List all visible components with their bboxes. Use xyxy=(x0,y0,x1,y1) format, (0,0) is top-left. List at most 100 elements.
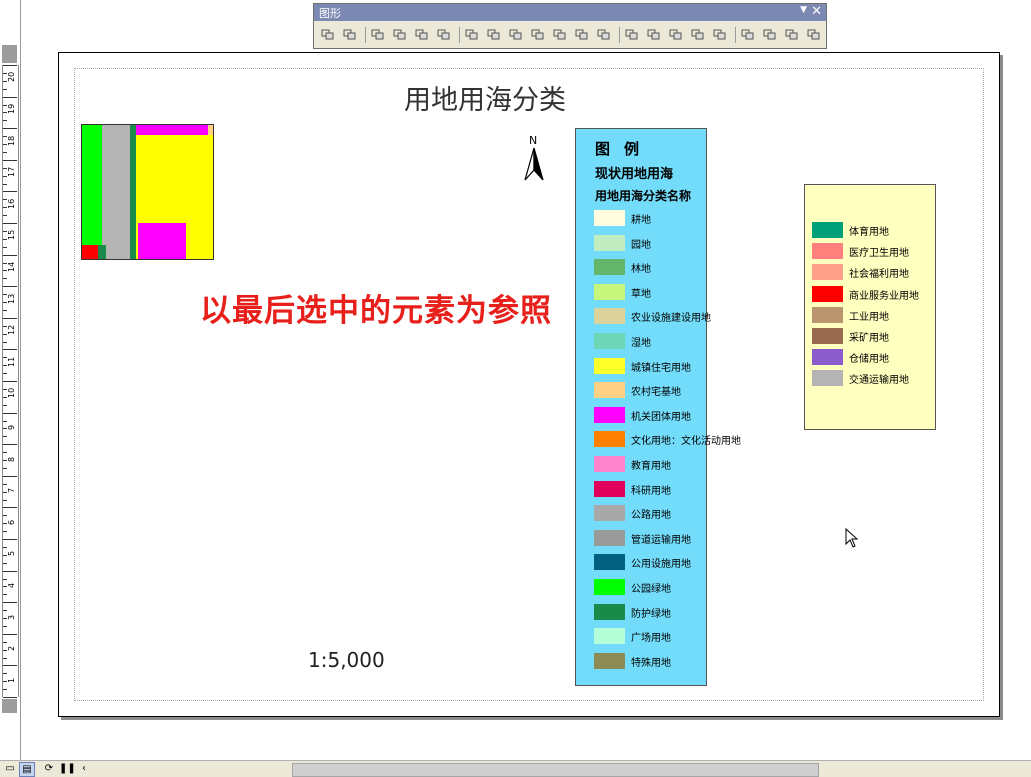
legend-item-label: 医疗卫生用地 xyxy=(849,248,909,260)
toolbar-close-icon[interactable]: ✕ xyxy=(811,4,822,19)
legend-swatch xyxy=(594,382,625,399)
ruler-tick xyxy=(3,452,7,454)
legend-swatch xyxy=(594,234,625,251)
pause-icon[interactable]: ❚❚ xyxy=(59,762,76,775)
legend-item-label: 城镇住宅用地 xyxy=(631,362,691,374)
ruler-tick xyxy=(3,412,17,414)
legend-item-label: 社会福利用地 xyxy=(849,269,909,281)
align-middle-icon[interactable] xyxy=(574,27,589,42)
ruler-label: 13 xyxy=(7,293,16,304)
send-to-back-icon[interactable] xyxy=(392,27,407,42)
legend-item-label: 公路用地 xyxy=(631,510,671,522)
legend-item-label: 采矿用地 xyxy=(849,333,889,344)
thumb-green-area xyxy=(82,125,102,259)
legend-swatch xyxy=(594,259,625,276)
thumb-strip xyxy=(98,245,106,259)
ruler-label: 11 xyxy=(7,356,16,367)
legend-swatch xyxy=(594,529,625,546)
legend-swatch xyxy=(812,264,843,281)
overview-map[interactable] xyxy=(81,124,214,260)
make-same-width-icon[interactable] xyxy=(690,27,705,42)
align-center-icon[interactable] xyxy=(508,27,523,42)
make-same-height-icon[interactable] xyxy=(712,27,727,42)
ruler-tick xyxy=(3,483,7,485)
thumb-road xyxy=(102,125,130,259)
select-elements-icon[interactable] xyxy=(320,27,335,42)
toolbar-separator xyxy=(619,27,620,43)
ruler-tick xyxy=(3,499,7,501)
ruler-tick xyxy=(3,673,7,675)
ruler-label: 19 xyxy=(7,103,16,114)
map-title[interactable]: 用地用海分类 xyxy=(340,78,630,117)
legend-swatch xyxy=(812,349,843,366)
legend-item-label: 特殊用地 xyxy=(631,657,671,669)
distribute-vertically-icon[interactable] xyxy=(646,27,661,42)
ruler-tick xyxy=(3,641,7,643)
bottom-bar: ▭ ▤ ⟳ ❚❚ ‹ xyxy=(0,760,1031,777)
bring-to-front-icon[interactable] xyxy=(370,27,385,42)
refresh-icon[interactable]: ⟳ xyxy=(42,762,56,775)
ruler-tick xyxy=(3,341,7,343)
ruler-tick xyxy=(3,120,7,122)
ruler-label: 14 xyxy=(7,261,16,272)
scroll-left-icon[interactable]: ‹ xyxy=(77,762,91,775)
legend-title: 图例 xyxy=(595,140,654,158)
ruler-label: 16 xyxy=(7,198,16,209)
align-left-icon[interactable] xyxy=(464,27,479,42)
ruler-tick xyxy=(3,404,7,406)
legend-item-label: 商业服务业用地 xyxy=(849,290,919,302)
legend-swatch xyxy=(812,328,843,344)
thumb-commercial xyxy=(82,245,98,259)
legend-swatch xyxy=(594,406,625,423)
flip-vertical-icon[interactable] xyxy=(806,27,821,42)
legend-field-name: 用地用海分类名称 xyxy=(595,189,692,203)
horizontal-scrollbar-thumb[interactable] xyxy=(292,763,819,777)
legend-swatch xyxy=(594,308,625,325)
legend-swatch xyxy=(812,306,843,323)
ruler-label: 20 xyxy=(7,72,16,83)
rotate-icon[interactable] xyxy=(740,27,755,42)
bring-forward-icon[interactable] xyxy=(414,27,429,42)
legend-item-label: 农业设施建设用地 xyxy=(631,313,711,325)
north-arrow-icon[interactable] xyxy=(521,134,547,182)
select-elements-2-icon[interactable] xyxy=(342,27,357,42)
ruler-tick xyxy=(3,381,17,382)
legend-item-label: 公用设施用地 xyxy=(631,559,691,571)
send-backward-icon[interactable] xyxy=(436,27,451,42)
layout-view-icon[interactable]: ▤ xyxy=(19,762,35,777)
ruler-tick xyxy=(3,665,17,667)
ruler-label: 4 xyxy=(7,582,16,588)
align-right-icon[interactable] xyxy=(530,27,545,42)
ruler-top-margin xyxy=(2,45,17,63)
legend-swatch xyxy=(594,554,625,571)
ruler-label: 1 xyxy=(7,677,16,683)
ruler-tick xyxy=(3,539,17,540)
ruler-tick xyxy=(3,467,7,469)
scale-text[interactable]: 1:5,000 xyxy=(308,648,385,672)
flip-horizontal-icon[interactable] xyxy=(784,27,799,42)
legend-swatch xyxy=(594,628,625,645)
make-same-size-icon[interactable] xyxy=(668,27,683,42)
ruler-tick xyxy=(3,507,17,509)
align-top-icon[interactable] xyxy=(552,27,567,42)
distribute-horizontally-icon[interactable] xyxy=(624,27,639,42)
toolbar-title: 图形 xyxy=(319,7,341,20)
align-bottom-icon[interactable] xyxy=(596,27,611,42)
ruler-label: 17 xyxy=(7,166,16,178)
legend-item-label: 管道运输用地 xyxy=(631,534,691,546)
toolbar-titlebar[interactable]: 图形 ▼ ✕ xyxy=(314,4,826,21)
data-view-icon[interactable]: ▭ xyxy=(3,762,17,775)
flip-icon[interactable] xyxy=(762,27,777,42)
toolbar-menu-dropdown-icon[interactable]: ▼ xyxy=(800,5,807,15)
legend-main[interactable]: 图例 现状用地用海 用地用海分类名称 耕地 园地 林地 草地 农业设施建设用地 湿地 城镇住… xyxy=(575,128,741,686)
legend-secondary[interactable]: 体育用地 医疗卫生用地 社会福利用地 商业服务业用地 工业用地 采矿用地 仓储用地 交通运输用… xyxy=(804,184,936,430)
ruler-tick xyxy=(3,159,17,161)
ruler-tick xyxy=(3,151,7,153)
ruler-tick xyxy=(3,697,17,698)
legend-item-label: 体育用地 xyxy=(849,227,889,238)
legend-swatch xyxy=(594,505,625,522)
align-left-2-icon[interactable] xyxy=(486,27,501,42)
thumb-institution-top xyxy=(136,125,208,135)
ruler-bottom-margin xyxy=(2,699,17,713)
legend-item-label: 广场用地 xyxy=(631,633,671,645)
